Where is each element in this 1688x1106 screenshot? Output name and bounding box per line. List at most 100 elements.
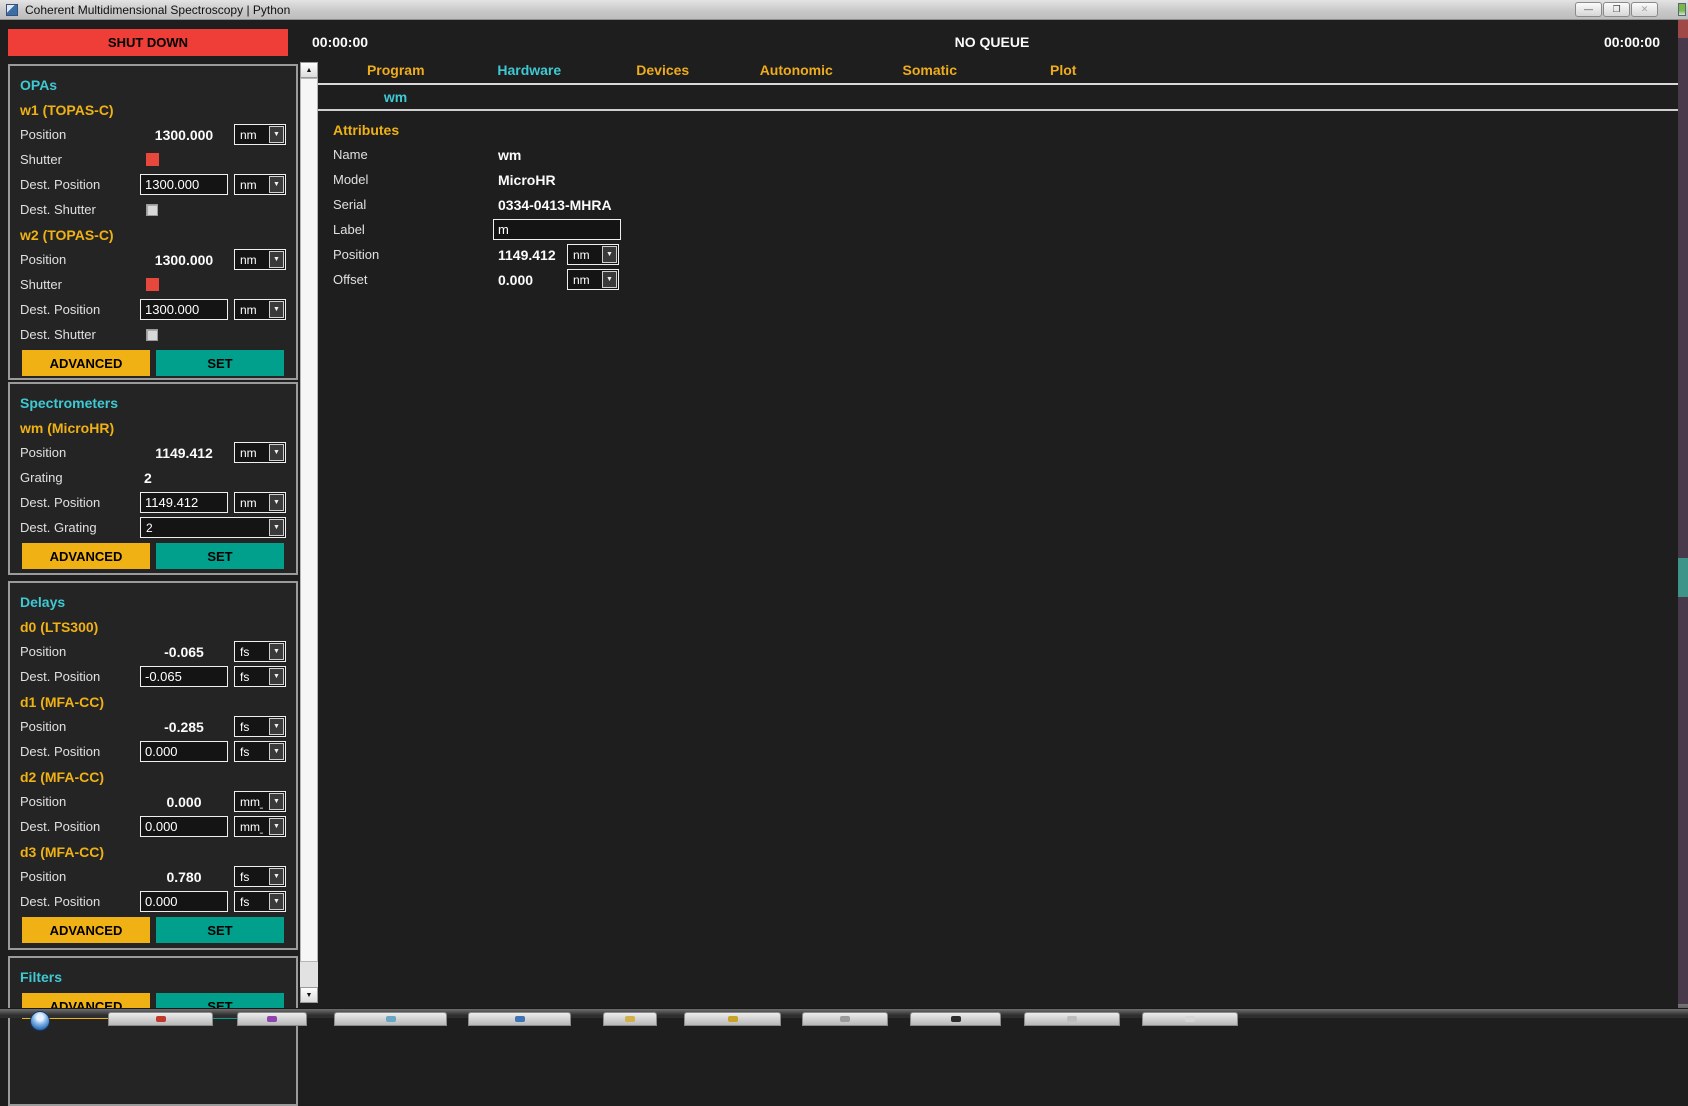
wm-dest-position-input[interactable] (140, 492, 228, 513)
label-label: Label (333, 222, 493, 237)
dropdown-arrow-icon[interactable]: ▼ (269, 494, 284, 511)
d3-dest-position-unit-dropdown[interactable]: fs ▼ (234, 891, 286, 912)
d3-dest-position-unit: fs (235, 895, 263, 909)
tab-hardware[interactable]: Hardware (463, 62, 597, 82)
wm-dest-position-unit-dropdown[interactable]: nm ▼ (234, 492, 286, 513)
offset-unit-dropdown[interactable]: nm ▼ (567, 269, 619, 290)
taskbar-app-button[interactable] (802, 1012, 888, 1026)
d1-dest-position-unit-dropdown[interactable]: fs ▼ (234, 741, 286, 762)
w2-dest-position-label: Dest. Position (20, 302, 140, 317)
window-controls: — ❐ ✕ (1575, 2, 1658, 17)
taskbar-app-button[interactable] (108, 1012, 213, 1026)
dropdown-arrow-icon[interactable]: ▼ (269, 444, 284, 461)
w1-shutter-indicator (146, 153, 159, 166)
start-button-icon[interactable] (30, 1011, 50, 1031)
taskbar-app-button[interactable] (334, 1012, 447, 1026)
delays-panel: Delays d0 (LTS300) Position -0.065 fs ▼ … (8, 581, 298, 950)
delays-advanced-button[interactable]: ADVANCED (22, 917, 150, 943)
w1-position-unit-dropdown[interactable]: nm ▼ (234, 124, 286, 145)
dropdown-arrow-icon[interactable]: ▼ (269, 643, 284, 660)
dropdown-arrow-icon[interactable]: ▼ (269, 793, 284, 810)
taskbar-app-button[interactable] (684, 1012, 781, 1026)
dropdown-arrow-icon[interactable]: ▼ (269, 251, 284, 268)
tab-autonomic[interactable]: Autonomic (730, 62, 864, 82)
d2-dest-position-input[interactable] (140, 816, 228, 837)
wm-grating-label: Grating (20, 470, 140, 485)
dropdown-arrow-icon[interactable]: ▼ (602, 271, 617, 288)
d3-dest-position-input[interactable] (140, 891, 228, 912)
opas-set-button[interactable]: SET (156, 350, 284, 376)
wm-dest-grating-dropdown[interactable]: 2 ▼ (140, 517, 286, 538)
dropdown-arrow-icon[interactable]: ▼ (269, 519, 284, 536)
restore-icon[interactable]: ❐ (1603, 2, 1630, 17)
d2-position-unit-dropdown[interactable]: mm_ ▼ (234, 791, 286, 812)
taskbar-app-button[interactable] (468, 1012, 571, 1026)
d1-dest-position-unit: fs (235, 745, 263, 759)
d0-dest-position-unit: fs (235, 670, 263, 684)
dropdown-arrow-icon[interactable]: ▼ (269, 818, 284, 835)
scroll-up-icon[interactable]: ▲ (300, 62, 318, 78)
main-tab-bar: Program Hardware Devices Autonomic Somat… (329, 62, 1130, 82)
d0-dest-position-input[interactable] (140, 666, 228, 687)
dropdown-arrow-icon[interactable]: ▼ (269, 176, 284, 193)
dropdown-arrow-icon[interactable]: ▼ (269, 126, 284, 143)
taskbar-app-button[interactable] (603, 1012, 657, 1026)
scroll-down-icon[interactable]: ▼ (300, 987, 318, 1003)
spectrometers-advanced-button[interactable]: ADVANCED (22, 543, 150, 569)
shut-down-button[interactable]: SHUT DOWN (8, 29, 288, 56)
dropdown-arrow-icon[interactable]: ▼ (602, 246, 617, 263)
w1-title: w1 (TOPAS-C) (20, 97, 286, 122)
d0-dest-position-unit-dropdown[interactable]: fs ▼ (234, 666, 286, 687)
opas-advanced-button[interactable]: ADVANCED (22, 350, 150, 376)
w2-dest-shutter-label: Dest. Shutter (20, 327, 140, 342)
taskbar-app-button[interactable] (237, 1012, 307, 1026)
spectrometers-set-button[interactable]: SET (156, 543, 284, 569)
w1-dest-position-input[interactable] (140, 174, 228, 195)
taskbar-app-button[interactable] (1142, 1012, 1238, 1026)
dropdown-arrow-icon[interactable]: ▼ (269, 301, 284, 318)
label-input[interactable] (493, 219, 621, 240)
taskbar-app-button[interactable] (910, 1012, 1001, 1026)
d1-position-unit: fs (235, 720, 263, 734)
wm-position-label: Position (20, 445, 140, 460)
dropdown-arrow-icon[interactable]: ▼ (269, 868, 284, 885)
attributes-section: Attributes Name wm Model MicroHR Serial … (326, 117, 746, 292)
w2-dest-position-row: Dest. Position nm ▼ (20, 297, 286, 322)
d1-title: d1 (MFA-CC) (20, 689, 286, 714)
w1-dest-position-unit-dropdown[interactable]: nm ▼ (234, 174, 286, 195)
w1-position-row: Position 1300.000 nm ▼ (20, 122, 286, 147)
d1-dest-position-input[interactable] (140, 741, 228, 762)
d2-dest-position-unit-dropdown[interactable]: mm_ ▼ (234, 816, 286, 837)
opas-title: OPAs (20, 72, 286, 97)
scrollbar-thumb[interactable] (300, 78, 318, 962)
taskbar-app-button[interactable] (1024, 1012, 1120, 1026)
dropdown-arrow-icon[interactable]: ▼ (269, 668, 284, 685)
name-value: wm (493, 147, 521, 163)
window-titlebar: Coherent Multidimensional Spectroscopy |… (0, 0, 1688, 20)
minimize-icon[interactable]: — (1575, 2, 1602, 17)
w1-dest-shutter-label: Dest. Shutter (20, 202, 140, 217)
w1-dest-shutter-checkbox[interactable] (146, 204, 158, 216)
d3-position-unit-dropdown[interactable]: fs ▼ (234, 866, 286, 887)
tab-somatic[interactable]: Somatic (863, 62, 997, 82)
d0-position-unit-dropdown[interactable]: fs ▼ (234, 641, 286, 662)
w2-dest-position-unit-dropdown[interactable]: nm ▼ (234, 299, 286, 320)
w2-dest-position-input[interactable] (140, 299, 228, 320)
filters-title: Filters (20, 964, 286, 989)
delays-set-button[interactable]: SET (156, 917, 284, 943)
dropdown-arrow-icon[interactable]: ▼ (269, 743, 284, 760)
tab-plot[interactable]: Plot (997, 62, 1131, 82)
close-icon[interactable]: ✕ (1631, 2, 1658, 17)
sidebar-scrollbar[interactable]: ▲ ▼ (300, 62, 318, 1003)
tab-devices[interactable]: Devices (596, 62, 730, 82)
dropdown-arrow-icon[interactable]: ▼ (269, 718, 284, 735)
w2-dest-shutter-checkbox[interactable] (146, 329, 158, 341)
wm-position-unit-dropdown[interactable]: nm ▼ (234, 442, 286, 463)
tab-program[interactable]: Program (329, 62, 463, 82)
subtab-wm[interactable]: wm (329, 89, 462, 105)
position-unit-dropdown[interactable]: nm ▼ (567, 244, 619, 265)
d3-dest-position-label: Dest. Position (20, 894, 140, 909)
dropdown-arrow-icon[interactable]: ▼ (269, 893, 284, 910)
w2-position-unit-dropdown[interactable]: nm ▼ (234, 249, 286, 270)
d1-position-unit-dropdown[interactable]: fs ▼ (234, 716, 286, 737)
